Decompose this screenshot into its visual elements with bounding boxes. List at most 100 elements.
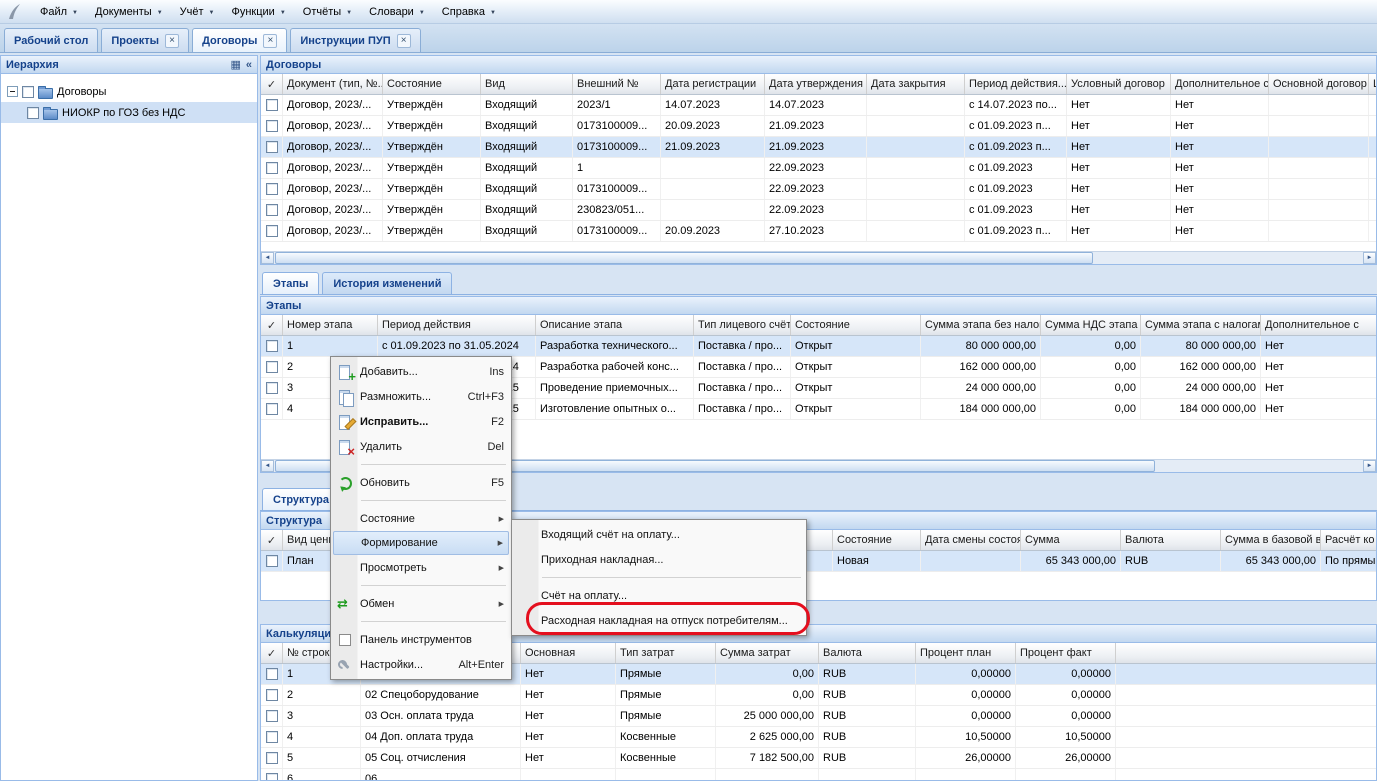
row-checkbox[interactable] [266, 668, 278, 680]
table-row[interactable]: 606 [261, 769, 1376, 780]
grid-view-icon[interactable]: ▦ [230, 58, 240, 71]
scroll-left-button[interactable]: ◄ [261, 460, 274, 472]
row-checkbox[interactable] [266, 382, 278, 394]
column-header[interactable]: Дата закрытия [867, 74, 965, 94]
column-header[interactable]: Сумма [1021, 530, 1121, 550]
column-header[interactable]: Внешний № [573, 74, 661, 94]
menu-reports[interactable]: Отчёты▼ [295, 3, 361, 21]
column-header[interactable]: Сумма в базовой в [1221, 530, 1321, 550]
table-row[interactable]: 202 СпецоборудованиеНетПрямые0,00RUB0,00… [261, 685, 1376, 706]
menu-accounting[interactable]: Учёт▼ [172, 3, 224, 21]
row-checkbox[interactable] [266, 162, 278, 174]
table-row[interactable]: Договор, 2023/...УтверждёнВходящий2023/1… [261, 95, 1376, 116]
row-checkbox[interactable] [266, 99, 278, 111]
menu-item-payment-invoice[interactable]: Счёт на оплату... [514, 583, 804, 608]
column-header[interactable]: Дата утверждения [765, 74, 867, 94]
menu-item-view[interactable]: Просмотреть▶ [333, 555, 509, 580]
scroll-left-button[interactable]: ◄ [261, 252, 274, 264]
menu-item-generate[interactable]: Формирование▶ [333, 531, 509, 555]
tab-istoriya-izmeneniy[interactable]: История изменений [322, 272, 452, 294]
table-row[interactable]: 1с 01.09.2023 по 31.05.2024Разработка те… [261, 336, 1376, 357]
column-header[interactable]: ✓ [261, 643, 283, 663]
row-checkbox[interactable] [266, 752, 278, 764]
collapse-panel-button[interactable]: « [246, 59, 252, 71]
column-header[interactable]: Расчёт ко [1321, 530, 1376, 550]
node-checkbox[interactable] [27, 107, 39, 119]
column-header[interactable]: Тип лицевого счёт [694, 315, 791, 335]
close-tab-icon[interactable]: × [263, 34, 277, 48]
tree-node-niokr[interactable]: НИОКР по ГОЗ без НДС [1, 102, 257, 123]
column-header[interactable]: Сумма НДС этапа [1041, 315, 1141, 335]
column-header[interactable]: Основной договор [1269, 74, 1369, 94]
menu-item-consumer-dispatch-waybill[interactable]: Расходная накладная на отпуск потребител… [514, 608, 804, 633]
column-header[interactable]: Период действия... [965, 74, 1067, 94]
column-header[interactable]: Описание этапа [536, 315, 694, 335]
table-row[interactable]: Договор, 2023/...УтверждёнВходящий230823… [261, 200, 1376, 221]
table-row[interactable]: 303 Осн. оплата трудаНетПрямые25 000 000… [261, 706, 1376, 727]
table-row[interactable]: Договор, 2023/...УтверждёнВходящий017310… [261, 221, 1376, 242]
collapse-node-icon[interactable] [7, 86, 18, 97]
menu-item-add[interactable]: Добавить...Ins [333, 359, 509, 384]
row-checkbox[interactable] [266, 773, 278, 780]
menu-documents[interactable]: Документы▼ [87, 3, 172, 21]
row-checkbox[interactable] [266, 361, 278, 373]
column-header[interactable]: Дополнительное с [1171, 74, 1269, 94]
column-header[interactable]: Вид [481, 74, 573, 94]
scroll-thumb[interactable] [275, 252, 1093, 264]
menu-item-duplicate[interactable]: Размножить...Ctrl+F3 [333, 384, 509, 409]
node-checkbox[interactable] [22, 86, 34, 98]
workspace-tab-contracts[interactable]: Договоры× [192, 28, 287, 52]
column-header[interactable]: Валюта [819, 643, 916, 663]
row-checkbox[interactable] [266, 183, 278, 195]
column-header[interactable]: Дата регистрации [661, 74, 765, 94]
workspace-tab-projects[interactable]: Проекты× [101, 28, 189, 52]
close-tab-icon[interactable]: × [397, 34, 411, 48]
tab-etapy[interactable]: Этапы [262, 272, 319, 294]
menu-item-state[interactable]: Состояние▶ [333, 506, 509, 531]
row-checkbox[interactable] [266, 225, 278, 237]
menu-item-incoming-payment-invoice[interactable]: Входящий счёт на оплату... [514, 522, 804, 547]
menu-item-delete[interactable]: УдалитьDel [333, 434, 509, 459]
column-header[interactable]: Состояние [833, 530, 921, 550]
row-checkbox[interactable] [266, 555, 278, 567]
menu-help[interactable]: Справка▼ [434, 3, 505, 21]
table-row[interactable]: Договор, 2023/...УтверждёнВходящий122.09… [261, 158, 1376, 179]
table-row[interactable]: 404 Доп. оплата трудаНетКосвенные2 625 0… [261, 727, 1376, 748]
menu-item-refresh[interactable]: ОбновитьF5 [333, 470, 509, 495]
column-header[interactable]: Состояние [383, 74, 481, 94]
table-row[interactable]: Договор, 2023/...УтверждёнВходящий017310… [261, 137, 1376, 158]
column-header[interactable]: Состояние [791, 315, 921, 335]
column-header[interactable]: Сумма затрат [716, 643, 819, 663]
column-header[interactable]: Основная [521, 643, 616, 663]
menu-functions[interactable]: Функции▼ [223, 3, 294, 21]
table-row[interactable]: 505 Соц. отчисленияНетКосвенные7 182 500… [261, 748, 1376, 769]
row-checkbox[interactable] [266, 120, 278, 132]
row-checkbox[interactable] [266, 731, 278, 743]
workspace-tab-desktop[interactable]: Рабочий стол [4, 28, 98, 52]
scroll-right-button[interactable]: ► [1363, 252, 1376, 264]
table-row[interactable]: Договор, 2023/...УтверждёнВходящий017310… [261, 179, 1376, 200]
column-header[interactable]: ✓ [261, 530, 283, 550]
column-header[interactable]: Номер этапа [283, 315, 378, 335]
column-header[interactable]: Дата смены состоя [921, 530, 1021, 550]
tree-node-dogovory[interactable]: Договоры [1, 81, 257, 102]
row-checkbox[interactable] [266, 710, 278, 722]
menu-item-toolbar-panel[interactable]: Панель инструментов [333, 627, 509, 652]
column-header[interactable]: ✓ [261, 315, 283, 335]
column-header[interactable]: Дополнительное с [1261, 315, 1376, 335]
tab-struktura[interactable]: Структура [262, 488, 340, 510]
scroll-right-button[interactable]: ► [1363, 460, 1376, 472]
column-header[interactable]: Условный договор [1067, 74, 1171, 94]
row-checkbox[interactable] [266, 403, 278, 415]
column-header[interactable]: Период действия [378, 315, 536, 335]
row-checkbox[interactable] [266, 689, 278, 701]
menu-item-incoming-waybill[interactable]: Приходная накладная... [514, 547, 804, 572]
column-header[interactable]: Документ (тип, №... [283, 74, 383, 94]
row-checkbox[interactable] [266, 141, 278, 153]
column-header[interactable] [1116, 643, 1376, 663]
column-header[interactable]: Ц [1369, 74, 1376, 94]
column-header[interactable]: Сумма этапа без налогов [921, 315, 1041, 335]
row-checkbox[interactable] [266, 204, 278, 216]
row-checkbox[interactable] [266, 340, 278, 352]
horizontal-scrollbar[interactable]: ◄ ► [261, 251, 1376, 264]
